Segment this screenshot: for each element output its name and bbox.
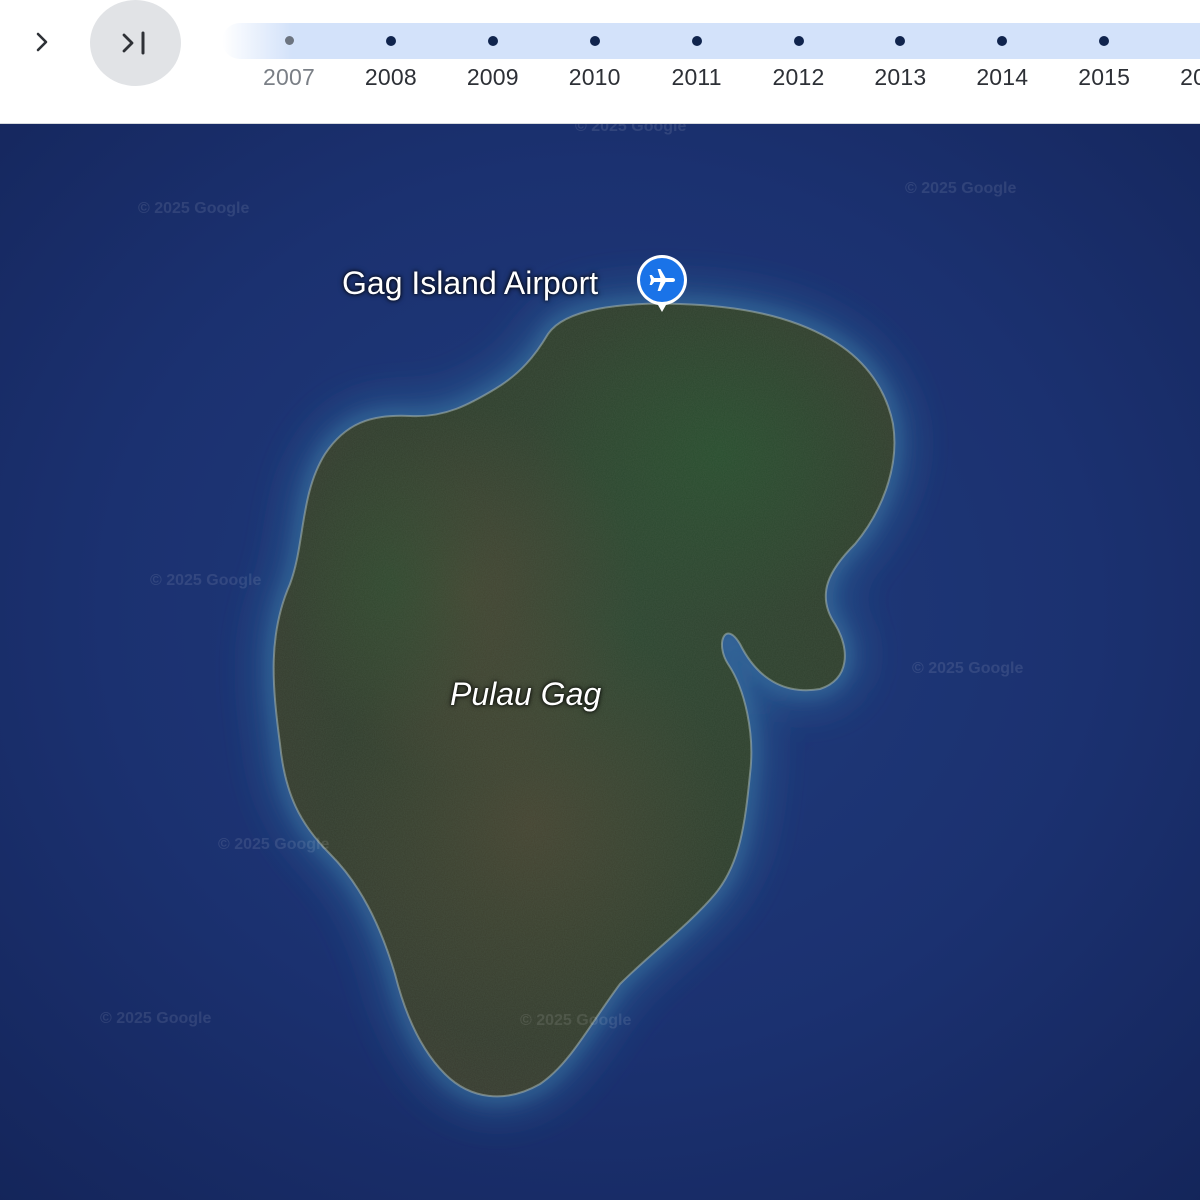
airport-label[interactable]: Gag Island Airport (342, 265, 598, 302)
timeline-year-label: 2011 (671, 64, 722, 90)
map-watermark: © 2025 Google (520, 1012, 632, 1029)
timeline-year-label: 2016 (1180, 64, 1200, 90)
chevron-right-icon (36, 32, 48, 52)
timeline-dot (691, 36, 702, 46)
map-watermark: © 2025 Google (138, 200, 250, 217)
timeline-year-label: 2013 (874, 64, 927, 90)
timeline-year-2008[interactable]: 2008 (341, 0, 441, 123)
timeline-year-label: 2014 (976, 64, 1029, 90)
timeline-year-2013[interactable]: 2013 (850, 0, 950, 123)
map-watermark: © 2025 Google (150, 572, 262, 589)
timeline-dot (895, 36, 906, 46)
timeline-year-2016[interactable]: 2016 (1156, 0, 1200, 123)
map-watermark: © 2025 Google (100, 1010, 212, 1027)
satellite-map[interactable]: © 2025 Google © 2025 Google © 2025 Googl… (0, 124, 1200, 1200)
map-watermark: © 2025 Google (218, 836, 330, 853)
timeline-dot (589, 36, 600, 46)
timeline-year-label: 2010 (568, 64, 621, 90)
timeline-year-2015[interactable]: 2015 (1054, 0, 1154, 123)
timeline-year-2007[interactable]: 2007 (239, 0, 339, 123)
play-button[interactable] (22, 22, 62, 62)
skip-to-end-button[interactable] (90, 0, 181, 86)
island-label[interactable]: Pulau Gag (450, 676, 601, 713)
timeline-dot (284, 36, 294, 45)
timeline-dot (1099, 36, 1110, 46)
timeline-year-label: 2015 (1078, 64, 1131, 90)
timeline-year-label: 2012 (772, 64, 825, 90)
timeline-year-2010[interactable]: 2010 (545, 0, 645, 123)
map-watermark: © 2025 Google (905, 180, 1017, 197)
map-watermark: © 2025 Google (575, 124, 687, 135)
timeline: 2007 2008 2009 2010 2011 2012 2013 2014 2015 2016 (0, 0, 1200, 123)
timeline-year-2011[interactable]: 2011 (647, 0, 747, 123)
airplane-icon (637, 255, 687, 312)
skip-to-end-icon (122, 31, 144, 55)
timeline-year-label: 2008 (364, 64, 417, 90)
timeline-dot (793, 36, 804, 46)
timeline-year-2012[interactable]: 2012 (749, 0, 849, 123)
timeline-year-2014[interactable]: 2014 (952, 0, 1052, 123)
timeline-year-label: 2009 (466, 64, 519, 90)
map-watermark: © 2025 Google (912, 660, 1024, 677)
timeline-dot (385, 36, 396, 46)
airport-marker[interactable] (633, 252, 691, 318)
timeline-year-2009[interactable]: 2009 (443, 0, 543, 123)
timeline-dot (487, 36, 498, 46)
timeline-year-label: 2007 (263, 64, 315, 90)
timeline-dot (997, 36, 1008, 46)
timeline-bar: 2007 2008 2009 2010 2011 2012 2013 2014 2015 2016 (0, 0, 1200, 124)
